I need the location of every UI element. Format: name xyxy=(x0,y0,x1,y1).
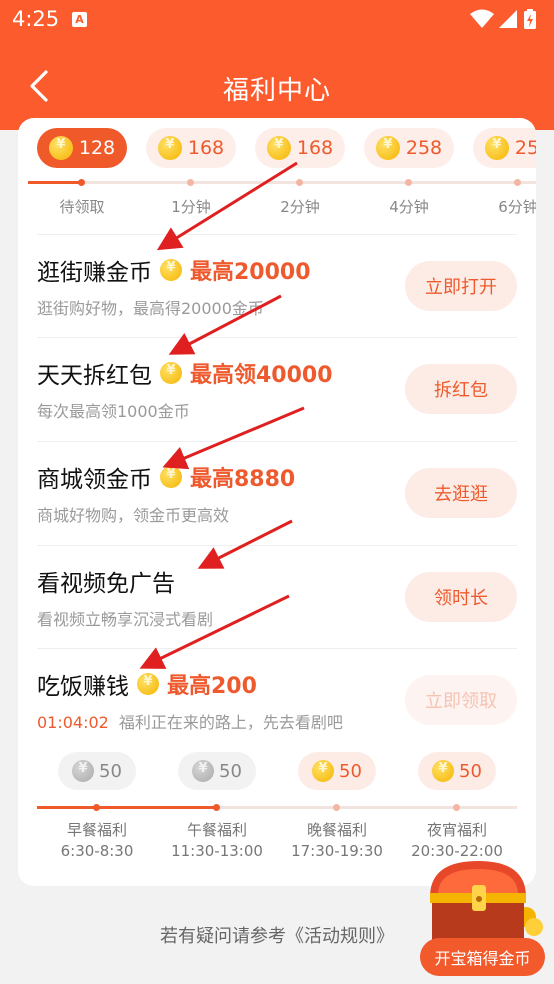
timer-progress-track xyxy=(28,181,536,184)
meal-reward-value: 50 xyxy=(459,760,482,782)
timer-progress-dot xyxy=(296,179,303,186)
meal-progress-dot xyxy=(453,804,460,811)
meal-name: 晚餐福利 xyxy=(306,821,367,839)
task-row-mall: 商城领金币 最高8880 商城好物购，领金币更高效 去逛逛 xyxy=(18,442,536,542)
coin-icon xyxy=(160,362,182,384)
meal-progress-dot xyxy=(333,804,340,811)
task-title: 商城领金币 xyxy=(37,467,152,493)
timer-label: 1分钟 xyxy=(171,198,211,216)
meal-progress-dot xyxy=(213,804,220,811)
countdown-timer: 01:04:02 xyxy=(37,713,109,732)
task-max-reward: 最高8880 xyxy=(190,467,296,492)
timer-progress-fill xyxy=(28,181,82,184)
timer-progress-dot xyxy=(78,179,85,186)
meal-label: 午餐福利 11:30-13:00 xyxy=(162,820,272,862)
wifi-icon xyxy=(470,9,494,28)
coin-icon xyxy=(48,136,73,160)
meal-reward-value: 50 xyxy=(339,760,362,782)
timer-reward-pill[interactable]: 168 xyxy=(146,128,236,168)
meal-time: 17:30-19:30 xyxy=(291,842,383,860)
meal-reward-pill: 50 xyxy=(178,752,256,790)
timer-progress-dot xyxy=(187,179,194,186)
task-subtitle: 每次最高领1000金币 xyxy=(37,402,190,421)
meal-time: 6:30-8:30 xyxy=(60,842,134,860)
coin-icon xyxy=(484,136,509,160)
timer-reward-value: 258 xyxy=(405,137,443,159)
meal-name: 夜宵福利 xyxy=(426,821,487,839)
task-subtitle: 看视频立畅享沉浸式看剧 xyxy=(37,610,214,629)
timer-reward-value: 168 xyxy=(296,137,334,159)
task-row-video: 看视频免广告 看视频立畅享沉浸式看剧 领时长 xyxy=(18,546,536,646)
timer-progress-dot xyxy=(405,179,412,186)
coin-icon xyxy=(157,136,182,160)
open-now-button[interactable]: 立即打开 xyxy=(405,261,517,311)
page-title: 福利中心 xyxy=(222,76,331,106)
coin-icon xyxy=(432,760,455,782)
task-subtitle: 福利正在来的路上，先去看剧吧 xyxy=(118,713,343,732)
timer-reward-value: 258 xyxy=(514,137,536,159)
timer-progress-dot xyxy=(514,179,521,186)
coin-icon xyxy=(160,259,182,281)
coin-icon xyxy=(312,760,335,782)
coin-icon xyxy=(266,136,291,160)
timer-reward-value: 168 xyxy=(187,137,225,159)
welfare-card: 128 168 168 258 258 待领取 1分钟 2分钟 4分钟 6分钟 … xyxy=(18,118,536,886)
status-time: 4:25 xyxy=(12,7,60,31)
coin-icon xyxy=(160,466,182,488)
signal-icon xyxy=(499,10,517,28)
task-row-meal: 吃饭赚钱 最高200 01:04:02 福利正在来的路上，先去看剧吧 立即领取 xyxy=(18,649,536,749)
timer-reward-pill[interactable]: 168 xyxy=(255,128,345,168)
claim-now-button[interactable]: 立即领取 xyxy=(405,675,517,725)
meal-name: 早餐福利 xyxy=(66,821,127,839)
meal-reward-pill: 50 xyxy=(418,752,496,790)
meal-label: 晚餐福利 17:30-19:30 xyxy=(282,820,392,862)
task-title: 天天拆红包 xyxy=(37,363,152,389)
task-title: 吃饭赚钱 xyxy=(37,674,129,700)
meal-label: 早餐福利 6:30-8:30 xyxy=(42,820,152,862)
browse-button[interactable]: 去逛逛 xyxy=(405,468,517,518)
meal-reward-value: 50 xyxy=(219,760,242,782)
task-subtitle-row: 01:04:02 福利正在来的路上，先去看剧吧 xyxy=(37,709,343,733)
timer-label: 待领取 xyxy=(59,198,105,216)
meal-reward-pill: 50 xyxy=(58,752,136,790)
timer-label: 2分钟 xyxy=(280,198,320,216)
coin-icon xyxy=(192,760,215,782)
task-max-reward: 最高领40000 xyxy=(190,363,333,388)
meal-reward-pill: 50 xyxy=(298,752,376,790)
task-title: 看视频免广告 xyxy=(37,571,175,597)
timer-label: 6分钟 xyxy=(498,198,536,216)
coin-icon xyxy=(375,136,400,160)
meal-time: 11:30-13:00 xyxy=(171,842,263,860)
task-row-shopping: 逛街赚金币 最高20000 逛街购好物，最高得20000金币 立即打开 xyxy=(18,235,536,335)
coin-icon xyxy=(137,673,159,695)
coin-icon xyxy=(72,760,95,782)
task-subtitle: 商城好物购，领金币更高效 xyxy=(37,506,230,525)
task-title: 逛街赚金币 xyxy=(37,260,152,286)
meal-progress-dot xyxy=(93,804,100,811)
task-max-reward: 最高200 xyxy=(167,674,257,699)
meal-name: 午餐福利 xyxy=(186,821,247,839)
timer-reward-value: 128 xyxy=(78,137,116,159)
task-row-red-packet: 天天拆红包 最高领40000 每次最高领1000金币 拆红包 xyxy=(18,338,536,438)
task-max-reward: 最高20000 xyxy=(190,260,311,285)
timer-reward-pill[interactable]: 128 xyxy=(37,128,127,168)
notification-icon: A xyxy=(72,12,87,27)
app-bar: 福利中心 xyxy=(0,40,554,130)
timer-reward-pill[interactable]: 258 xyxy=(364,128,454,168)
claim-time-button[interactable]: 领时长 xyxy=(405,572,517,622)
timer-reward-pill[interactable]: 258 xyxy=(473,128,536,168)
open-red-packet-button[interactable]: 拆红包 xyxy=(405,364,517,414)
meal-reward-value: 50 xyxy=(99,760,122,782)
open-chest-button[interactable]: 开宝箱得金币 xyxy=(420,938,545,976)
status-bar: 4:25 A xyxy=(0,0,554,40)
meal-progress-fill xyxy=(37,806,217,809)
task-subtitle: 逛街购好物，最高得20000金币 xyxy=(37,299,264,318)
timer-label: 4分钟 xyxy=(389,198,429,216)
status-icons xyxy=(470,9,536,29)
battery-icon xyxy=(524,9,536,29)
